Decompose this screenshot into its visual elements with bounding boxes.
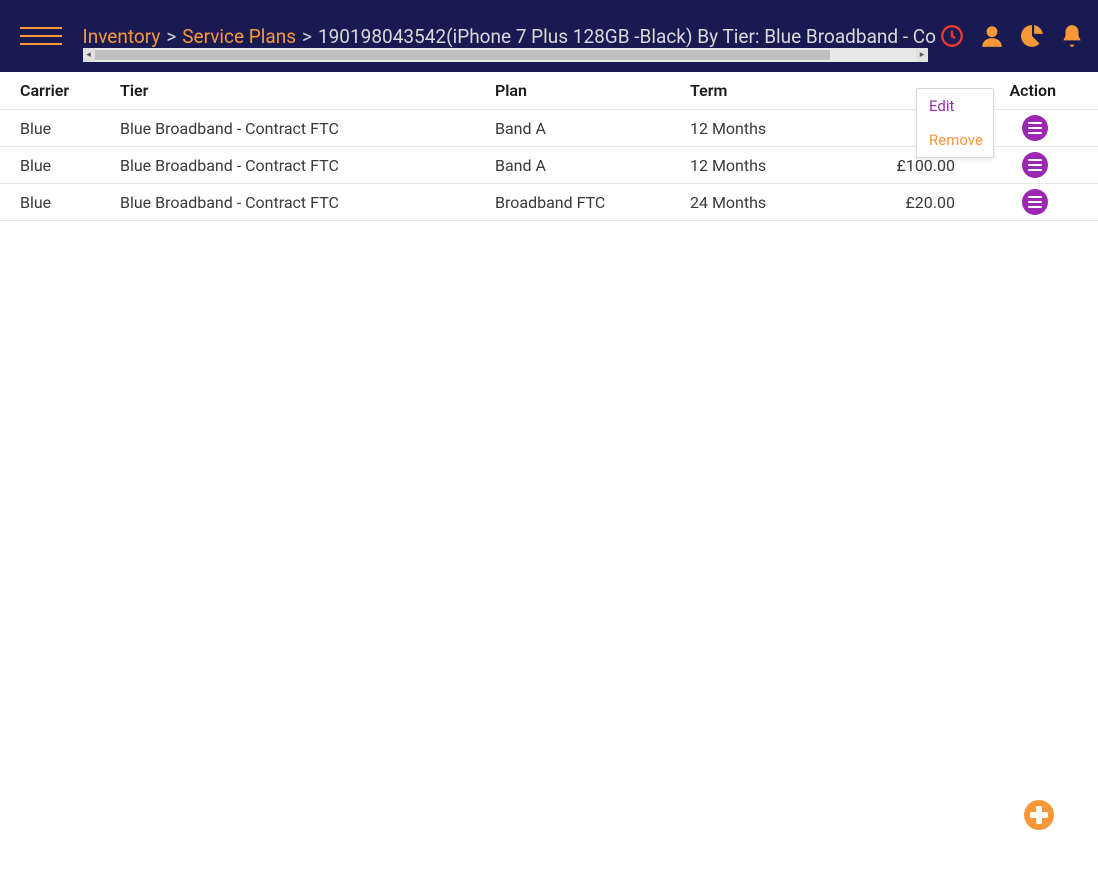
cell-plan: Band A xyxy=(495,156,690,175)
cell-tier: Blue Broadband - Contract FTC xyxy=(120,156,495,175)
table-row: Blue Blue Broadband - Contract FTC Broad… xyxy=(0,184,1098,221)
breadcrumb-inventory[interactable]: Inventory xyxy=(83,25,161,48)
bell-icon[interactable] xyxy=(1056,20,1088,52)
scroll-left-arrow-icon[interactable]: ◂ xyxy=(83,48,95,62)
cell-term: 12 Months xyxy=(690,119,865,138)
scroll-right-arrow-icon[interactable]: ▸ xyxy=(916,48,928,62)
app-header: Inventory > Service Plans > 190198043542… xyxy=(0,0,1098,72)
col-header-term: Term xyxy=(690,81,865,100)
cell-price: £100.00 xyxy=(865,156,955,175)
col-header-tier: Tier xyxy=(120,81,495,100)
cell-tier: Blue Broadband - Contract FTC xyxy=(120,193,495,212)
breadcrumb-scrollbar[interactable]: ◂ ▸ xyxy=(83,48,928,62)
clock-icon[interactable] xyxy=(936,20,968,52)
breadcrumb-separator: > xyxy=(166,25,176,48)
cell-price: £20.00 xyxy=(865,193,955,212)
breadcrumb: Inventory > Service Plans > 190198043542… xyxy=(83,25,936,48)
cell-carrier: Blue xyxy=(20,193,120,212)
row-action-button[interactable] xyxy=(1022,115,1048,141)
cell-plan: Broadband FTC xyxy=(495,193,690,212)
breadcrumb-service-plans[interactable]: Service Plans xyxy=(182,25,296,48)
dropdown-remove[interactable]: Remove xyxy=(917,123,993,157)
breadcrumb-separator: > xyxy=(302,25,312,48)
cell-tier: Blue Broadband - Contract FTC xyxy=(120,119,495,138)
add-button[interactable] xyxy=(1024,800,1054,830)
breadcrumb-wrapper: Inventory > Service Plans > 190198043542… xyxy=(83,0,936,72)
row-action-button[interactable] xyxy=(1022,152,1048,178)
row-action-button[interactable] xyxy=(1022,189,1048,215)
col-header-plan: Plan xyxy=(495,81,690,100)
cell-plan: Band A xyxy=(495,119,690,138)
cell-carrier: Blue xyxy=(20,156,120,175)
menu-toggle-button[interactable] xyxy=(20,16,68,56)
cell-term: 24 Months xyxy=(690,193,865,212)
pie-chart-icon[interactable] xyxy=(1016,20,1048,52)
cell-term: 12 Months xyxy=(690,156,865,175)
col-header-carrier: Carrier xyxy=(20,81,120,100)
dropdown-edit[interactable]: Edit xyxy=(917,89,993,123)
header-actions xyxy=(936,20,1098,52)
scroll-thumb[interactable] xyxy=(95,50,830,60)
breadcrumb-current: 190198043542(iPhone 7 Plus 128GB -Black)… xyxy=(318,25,936,48)
cell-carrier: Blue xyxy=(20,119,120,138)
user-icon[interactable] xyxy=(976,20,1008,52)
row-action-dropdown: Edit Remove xyxy=(916,88,994,158)
